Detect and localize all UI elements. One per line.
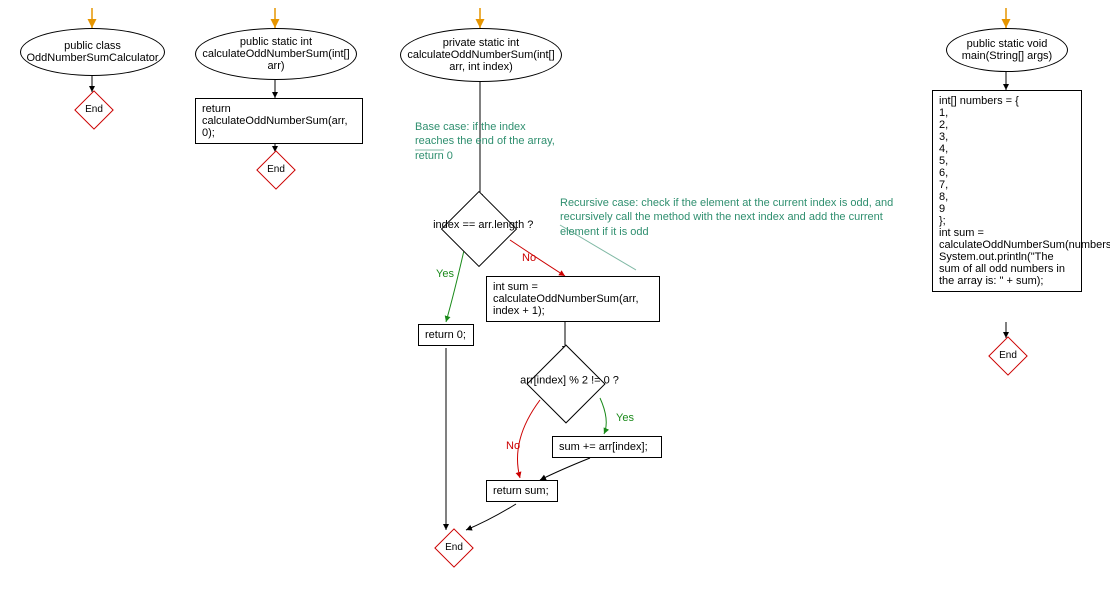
edge-label-no: No	[506, 440, 520, 452]
end-label: End	[441, 535, 467, 561]
edge-label-no: No	[522, 252, 536, 264]
private-method-signature: private static int calculateOddNumberSum…	[400, 28, 562, 82]
sum-add-element: sum += arr[index];	[552, 436, 662, 458]
end-label: End	[263, 157, 289, 183]
return-zero: return 0;	[418, 324, 474, 346]
recursive-call-assign: int sum = calculateOddNumberSum(arr, ind…	[486, 276, 660, 322]
comment-base-case: Base case: if the index reaches the end …	[415, 120, 555, 163]
edge-label-yes: Yes	[616, 412, 634, 424]
return-sum: return sum;	[486, 480, 558, 502]
class-declaration: public class OddNumberSumCalculator	[20, 28, 165, 76]
decision-odd-check-text: arr[index] % 2 != 0 ?	[490, 374, 650, 386]
public-method-body: return calculateOddNumberSum(arr, 0);	[195, 98, 363, 144]
comment-recursive-case: Recursive case: check if the element at …	[560, 196, 900, 239]
main-body: int[] numbers = { 1, 2, 3, 4, 5, 6, 7, 8…	[932, 90, 1082, 292]
end-label: End	[81, 97, 107, 123]
public-method-signature: public static int calculateOddNumberSum(…	[195, 28, 357, 80]
main-signature: public static void main(String[] args)	[946, 28, 1068, 72]
edge-label-yes: Yes	[436, 268, 454, 280]
decision-base-case-text: index == arr.length ?	[403, 219, 563, 231]
end-label: End	[995, 343, 1021, 369]
